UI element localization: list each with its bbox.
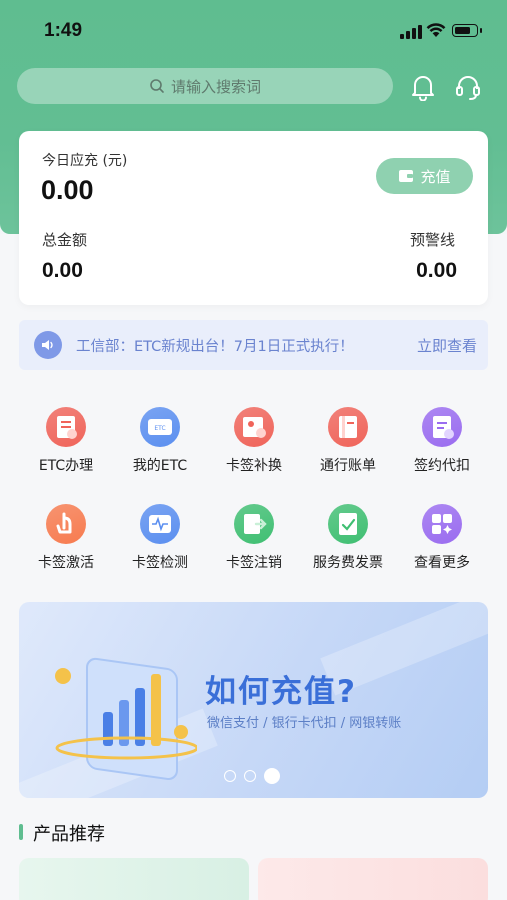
service-item[interactable]: ETC 我的ETC — [113, 407, 207, 477]
balance-card: 今日应充 (元) 0.00 充值 总金额 0.00 预警线 0.00 — [19, 131, 488, 305]
chart-illustration-icon — [55, 657, 197, 780]
service-item[interactable]: 签约代扣 — [395, 407, 489, 477]
carousel-dot[interactable] — [264, 768, 280, 784]
battery-level — [455, 27, 470, 34]
product-card[interactable] — [258, 858, 488, 900]
card-activate-icon — [46, 504, 86, 544]
today-due-label: 今日应充 (元) — [42, 153, 128, 169]
service-label: 我的ETC — [132, 458, 188, 474]
etc-apply-icon — [46, 407, 86, 447]
search-bar[interactable]: 请输入搜索词 — [17, 68, 393, 104]
my-etc-card-icon: ETC — [140, 407, 180, 447]
card-replace-icon — [234, 407, 274, 447]
notice-bar[interactable]: 工信部：ETC新规出台！7月1日正式执行！ 立即查看 — [19, 320, 488, 370]
total-amount-value: 0.00 — [42, 259, 83, 282]
notice-view-link[interactable]: 立即查看 — [417, 335, 477, 356]
invoice-icon — [328, 504, 368, 544]
service-label: 卡签检测 — [132, 555, 188, 571]
total-amount-label: 总金额 — [42, 231, 88, 249]
speaker-icon — [34, 331, 62, 359]
banner-subtitle: 微信支付 / 银行卡代扣 / 网银转账 — [207, 716, 402, 731]
service-item[interactable]: 卡签注销 — [207, 504, 301, 574]
service-item[interactable]: 服务费发票 — [301, 504, 395, 574]
service-item[interactable]: 卡签补换 — [207, 407, 301, 477]
carousel-dot[interactable] — [224, 770, 236, 782]
service-item[interactable]: 卡签激活 — [19, 504, 113, 574]
service-label: 卡签激活 — [38, 555, 94, 571]
svg-text:ETC: ETC — [154, 425, 165, 432]
service-item[interactable]: 查看更多 — [395, 504, 489, 574]
carousel-dot[interactable] — [244, 770, 256, 782]
service-item[interactable]: 卡签检测 — [113, 504, 207, 574]
more-icon — [422, 504, 462, 544]
section-marker — [19, 824, 23, 840]
card-detect-icon — [140, 504, 180, 544]
search-icon — [150, 79, 164, 93]
service-item[interactable]: 通行账单 — [301, 407, 395, 477]
card-cancel-icon — [234, 504, 274, 544]
carousel-indicator — [224, 768, 288, 784]
recharge-label: 充值 — [420, 167, 451, 186]
status-bar: 1:49 — [0, 18, 507, 44]
service-label: 卡签注销 — [226, 555, 282, 571]
signal-icon — [400, 25, 422, 39]
promo-banner[interactable]: 如何充值? 微信支付 / 银行卡代扣 / 网银转账 — [19, 602, 488, 798]
status-time: 1:49 — [44, 20, 83, 41]
auto-debit-icon — [422, 407, 462, 447]
recharge-button[interactable]: 充值 — [376, 158, 473, 194]
service-item[interactable]: ETC办理 — [19, 407, 113, 477]
notice-text: 工信部：ETC新规出台！7月1日正式执行！ — [76, 338, 354, 355]
bell-icon[interactable] — [410, 73, 436, 101]
product-card[interactable] — [19, 858, 249, 900]
toll-bill-icon — [328, 407, 368, 447]
warning-line-label: 预警线 — [409, 231, 455, 249]
service-label: 卡签补换 — [226, 458, 282, 474]
search-placeholder: 请输入搜索词 — [170, 77, 261, 96]
service-label: 查看更多 — [414, 555, 470, 571]
service-label: 通行账单 — [320, 458, 376, 474]
battery-icon — [452, 24, 482, 37]
today-due-value: 0.00 — [41, 175, 94, 205]
banner-title: 如何充值? — [205, 674, 357, 710]
warning-line-value: 0.00 — [416, 259, 457, 282]
product-section-title: 产品推荐 — [33, 824, 105, 845]
wifi-icon — [426, 23, 446, 37]
service-label: 签约代扣 — [414, 458, 470, 474]
wallet-icon — [399, 170, 414, 182]
service-label: ETC办理 — [38, 458, 94, 474]
service-label: 服务费发票 — [313, 555, 383, 571]
headset-icon[interactable] — [455, 73, 481, 101]
